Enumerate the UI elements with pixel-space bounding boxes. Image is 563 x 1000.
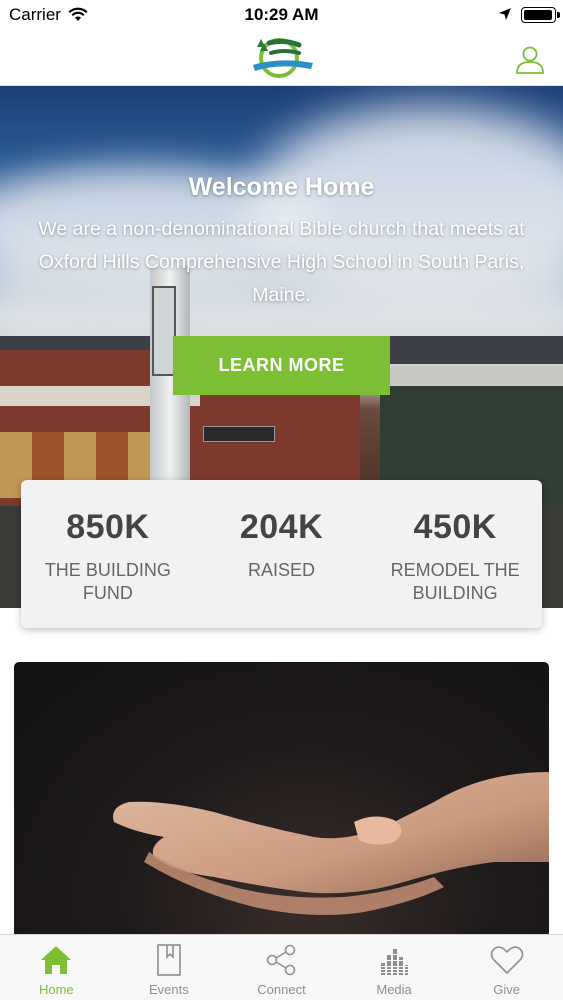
stat-label: RAISED [247,560,316,580]
stat-remodel: 450K REMODEL THE BUILDING [368,480,542,628]
events-icon [157,944,181,976]
battery-icon [521,7,560,23]
home-icon [41,946,72,974]
tab-label: Media [376,982,412,997]
heart-icon [490,946,523,974]
stat-value: 450K [413,508,497,546]
stat-value: 850K [66,508,150,546]
stats-card: 850K THE BUILDING FUND 204K RAISED 450K … [21,480,542,628]
tab-bar: Home Events Connect Media Give [0,934,563,1000]
location-arrow-icon [499,8,511,20]
share-icon [267,944,296,976]
tab-connect[interactable]: Connect [225,935,338,1000]
hands-image-card[interactable] [14,662,549,938]
stat-raised: 204K RAISED [195,480,369,628]
tab-label: Give [493,982,521,997]
hero-title: Welcome Home [188,173,375,201]
media-icon [379,949,410,975]
tab-home[interactable]: Home [0,935,113,1000]
tab-label: Home [38,982,74,997]
tab-label: Events [149,982,189,997]
stat-building-fund: 850K THE BUILDING FUND [21,480,195,628]
app-header [0,30,563,86]
status-time: 10:29 AM [244,5,319,24]
open-hands-image [113,772,549,916]
learn-more-button[interactable]: LEARN MORE [173,336,390,395]
hero-background-sign [203,426,275,442]
tab-events[interactable]: Events [113,935,226,1000]
stat-label: REMODEL THE BUILDING [390,560,520,603]
hero-description: We are a non-denominational Bible church… [38,218,525,306]
profile-icon[interactable] [514,43,546,75]
tab-give[interactable]: Give [450,935,563,1000]
stat-label: THE BUILDING FUND [44,560,171,603]
tab-media[interactable]: Media [338,935,451,1000]
tab-label: Connect [257,982,306,997]
status-bar: Carrier 10:29 AM [0,0,563,30]
stat-value: 204K [239,508,324,546]
church-logo[interactable] [249,35,315,81]
